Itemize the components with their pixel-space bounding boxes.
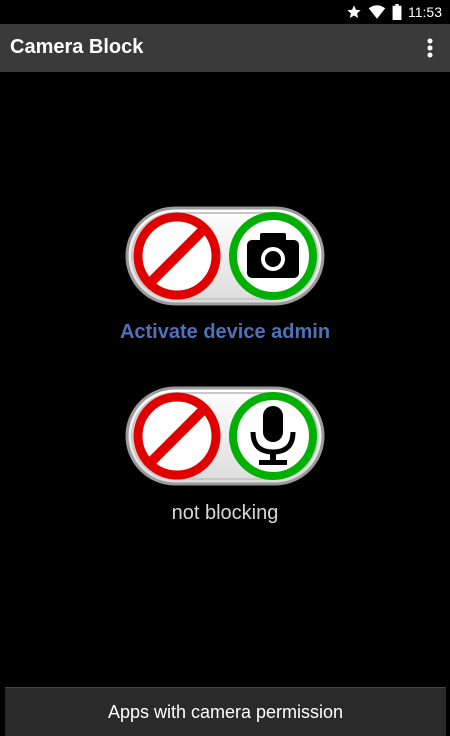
app-bar: Camera Block [0, 24, 450, 72]
status-bar: 11:53 [0, 0, 450, 24]
app-title: Camera Block [10, 36, 144, 58]
camera-icon [229, 212, 317, 300]
prohibited-icon [133, 212, 221, 300]
star-icon [347, 5, 361, 18]
prohibited-icon [133, 392, 221, 480]
wifi-icon [368, 5, 386, 19]
mic-block-toggle[interactable] [125, 386, 325, 486]
microphone-icon [229, 392, 317, 480]
activate-device-admin-link[interactable]: Activate device admin [0, 321, 450, 344]
battery-icon [392, 4, 402, 20]
mic-status-text: not blocking [171, 502, 279, 524]
more-vertical-icon[interactable] [418, 36, 442, 60]
status-icons: 11:53 [346, 2, 442, 22]
status-time: 11:53 [408, 4, 442, 20]
camera-block-toggle[interactable] [125, 206, 325, 306]
apps-with-camera-permission-button[interactable]: Apps with camera permission [5, 687, 446, 736]
